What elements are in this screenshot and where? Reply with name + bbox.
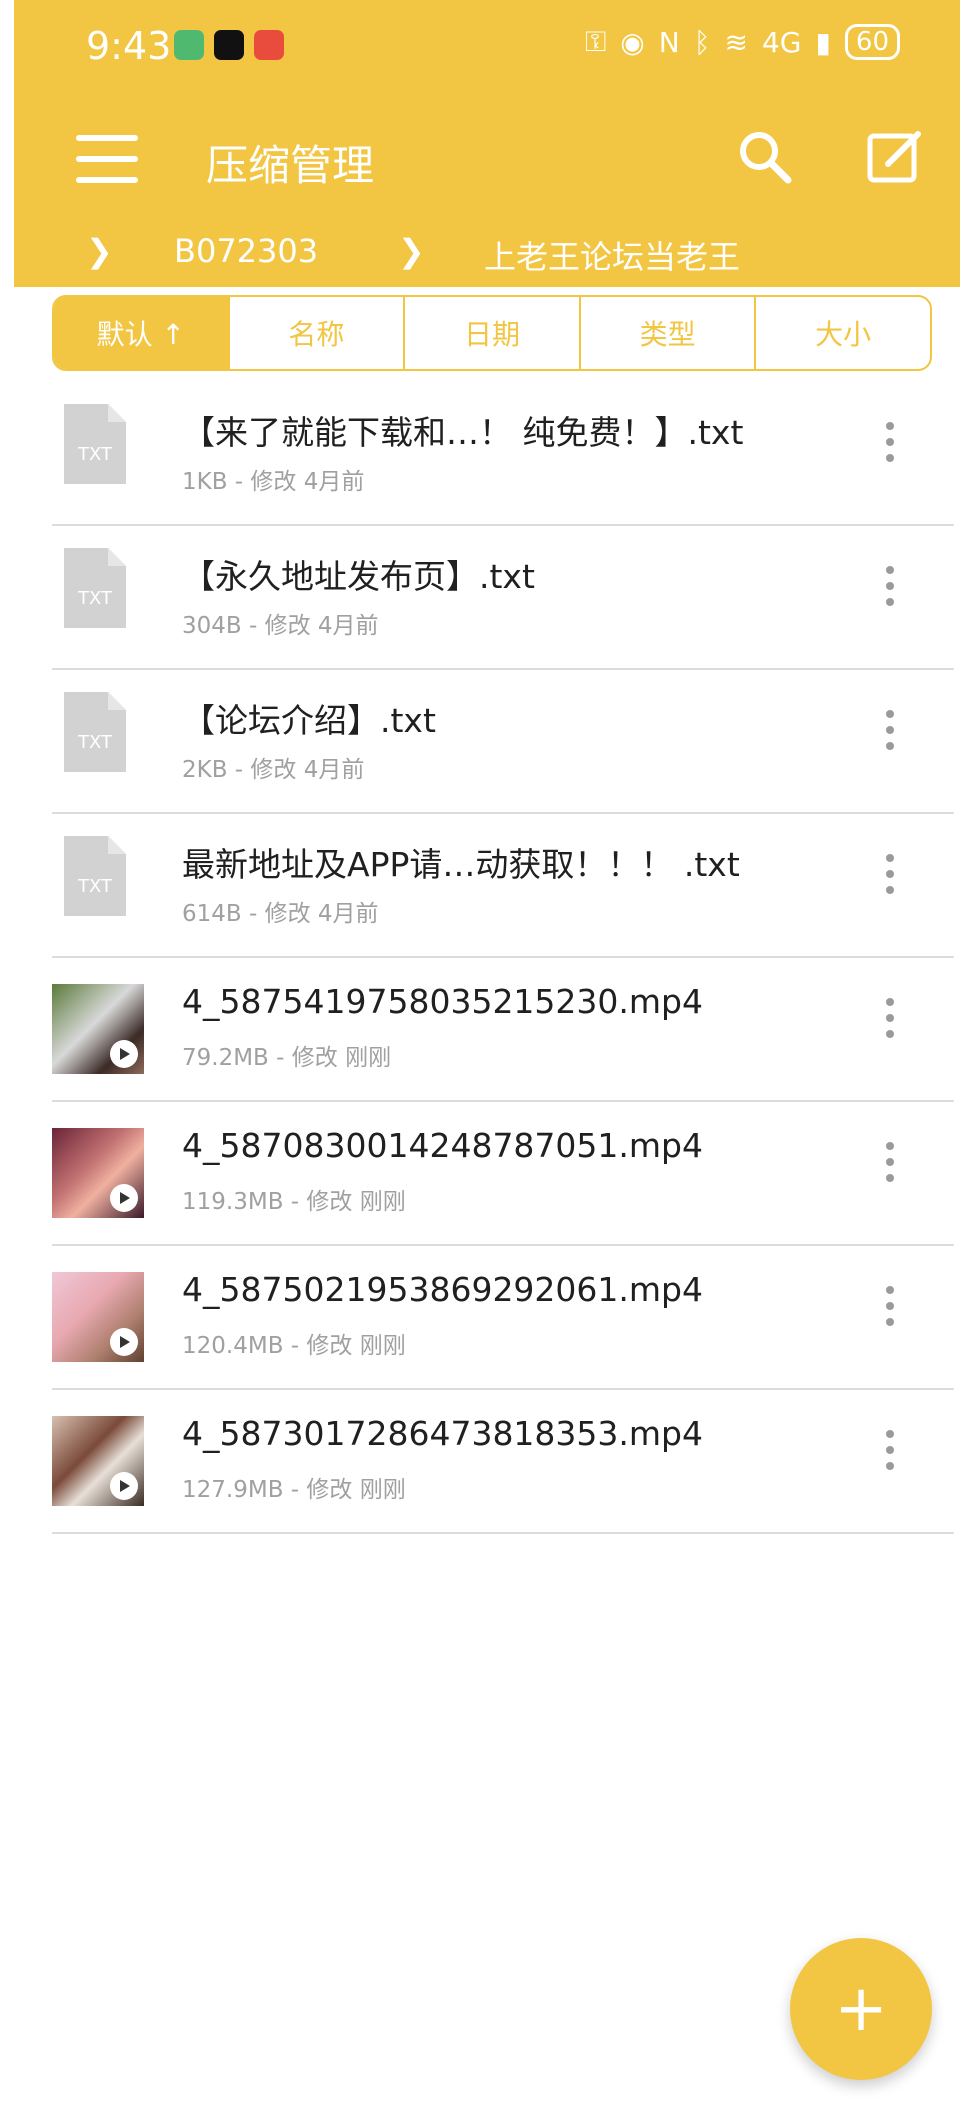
play-icon bbox=[110, 1184, 138, 1212]
sort-tab-date[interactable]: 日期 bbox=[403, 297, 579, 369]
file-meta: 127.9MB - 修改 刚刚 bbox=[182, 1477, 406, 1503]
list-item[interactable]: TXT 【论坛介绍】.txt 2KB - 修改 4月前 bbox=[52, 668, 954, 814]
play-icon bbox=[110, 1328, 138, 1356]
video-thumbnail bbox=[52, 1128, 144, 1218]
network-label: 4G bbox=[761, 25, 802, 59]
search-icon[interactable] bbox=[736, 128, 792, 184]
signal-icon: ▮ bbox=[815, 25, 831, 59]
txt-file-icon: TXT bbox=[64, 692, 126, 772]
file-meta: 1KB - 修改 4月前 bbox=[182, 469, 365, 495]
list-item[interactable]: TXT 最新地址及APP请…动获取！！！ .txt 614B - 修改 4月前 bbox=[52, 812, 954, 958]
more-options-icon[interactable] bbox=[886, 998, 894, 1046]
more-options-icon[interactable] bbox=[886, 1286, 894, 1334]
nfc-icon: N bbox=[658, 25, 680, 59]
file-name: 最新地址及APP请…动获取！！！ .txt bbox=[182, 845, 740, 884]
file-name: 【论坛介绍】.txt bbox=[182, 701, 436, 740]
status-right: ⚿ ◉ N ᛒ ≋ 4G ▮ 60 bbox=[585, 24, 900, 60]
file-meta: 120.4MB - 修改 刚刚 bbox=[182, 1333, 406, 1359]
more-options-icon[interactable] bbox=[886, 1430, 894, 1478]
file-meta: 79.2MB - 修改 刚刚 bbox=[182, 1045, 392, 1071]
txt-file-icon: TXT bbox=[64, 548, 126, 628]
bluetooth-icon: ᛒ bbox=[693, 25, 711, 59]
sort-tab-name[interactable]: 名称 bbox=[227, 297, 404, 369]
play-icon bbox=[110, 1472, 138, 1500]
app-bar: 9:43 ⚿ ◉ N ᛒ ≋ 4G ▮ 60 压缩管理 ❯ B072303 ❯ … bbox=[14, 0, 960, 287]
status-bar: 9:43 ⚿ ◉ N ᛒ ≋ 4G ▮ 60 bbox=[14, 0, 960, 100]
file-name: 4_5873017286473818353.mp4 bbox=[182, 1414, 703, 1453]
file-meta: 119.3MB - 修改 刚刚 bbox=[182, 1189, 406, 1215]
file-meta: 304B - 修改 4月前 bbox=[182, 613, 379, 639]
txt-thumb-label: TXT bbox=[77, 444, 113, 465]
chevron-right-icon: ❯ bbox=[86, 232, 113, 270]
page-title: 压缩管理 bbox=[206, 141, 375, 190]
sort-tab-type[interactable]: 类型 bbox=[578, 297, 755, 369]
video-thumbnail bbox=[52, 1272, 144, 1362]
app-notification-icon bbox=[254, 30, 284, 60]
eye-icon: ◉ bbox=[620, 25, 645, 59]
more-options-icon[interactable] bbox=[886, 710, 894, 758]
edit-icon[interactable] bbox=[866, 128, 922, 184]
chevron-right-icon: ❯ bbox=[398, 232, 425, 270]
more-options-icon[interactable] bbox=[886, 854, 894, 902]
battery-indicator: 60 bbox=[844, 24, 900, 60]
file-name: 4_5870830014248787051.mp4 bbox=[182, 1126, 703, 1165]
notification-icons bbox=[174, 30, 284, 60]
sort-tab-default[interactable]: 默认 ↑ bbox=[54, 297, 228, 369]
key-icon: ⚿ bbox=[584, 25, 607, 58]
txt-file-icon: TXT bbox=[64, 404, 126, 484]
list-item[interactable]: TXT 【来了就能下载和…！ 纯免费！】.txt 1KB - 修改 4月前 bbox=[52, 380, 954, 526]
sort-tab-size[interactable]: 大小 bbox=[754, 297, 930, 369]
hamburger-menu-icon[interactable] bbox=[76, 135, 138, 185]
txt-thumb-label: TXT bbox=[77, 588, 113, 609]
app-notification-icon bbox=[174, 30, 204, 60]
txt-thumb-label: TXT bbox=[77, 876, 113, 897]
play-icon bbox=[110, 1040, 138, 1068]
video-thumbnail bbox=[52, 984, 144, 1074]
video-thumbnail bbox=[52, 1416, 144, 1506]
file-name: 【永久地址发布页】.txt bbox=[182, 557, 535, 596]
txt-file-icon: TXT bbox=[64, 836, 126, 916]
file-name: 【来了就能下载和…！ 纯免费！】.txt bbox=[182, 413, 744, 452]
add-button[interactable]: + bbox=[790, 1938, 932, 2080]
more-options-icon[interactable] bbox=[886, 1142, 894, 1190]
txt-thumb-label: TXT bbox=[77, 732, 113, 753]
list-item[interactable]: 4_5875021953869292061.mp4 120.4MB - 修改 刚… bbox=[52, 1244, 954, 1390]
file-name: 4_5875021953869292061.mp4 bbox=[182, 1270, 703, 1309]
sort-tabs: 默认 ↑ 名称 日期 类型 大小 bbox=[52, 295, 932, 371]
list-item[interactable]: 4_5873017286473818353.mp4 127.9MB - 修改 刚… bbox=[52, 1388, 954, 1534]
file-meta: 614B - 修改 4月前 bbox=[182, 901, 379, 927]
breadcrumb-item[interactable]: 上老王论坛当老王 bbox=[484, 232, 740, 278]
more-options-icon[interactable] bbox=[886, 566, 894, 614]
plus-icon: + bbox=[834, 1972, 888, 2046]
more-options-icon[interactable] bbox=[886, 422, 894, 470]
tiktok-icon bbox=[214, 30, 244, 60]
file-meta: 2KB - 修改 4月前 bbox=[182, 757, 365, 783]
status-time: 9:43 bbox=[86, 24, 172, 68]
list-item[interactable]: 4_5875419758035215230.mp4 79.2MB - 修改 刚刚 bbox=[52, 956, 954, 1102]
file-name: 4_5875419758035215230.mp4 bbox=[182, 982, 703, 1021]
breadcrumb: ❯ B072303 ❯ 上老王论坛当老王 bbox=[14, 228, 960, 278]
list-item[interactable]: TXT 【永久地址发布页】.txt 304B - 修改 4月前 bbox=[52, 524, 954, 670]
breadcrumb-item[interactable]: B072303 bbox=[174, 232, 318, 270]
list-item[interactable]: 4_5870830014248787051.mp4 119.3MB - 修改 刚… bbox=[52, 1100, 954, 1246]
wifi-icon: ≋ bbox=[724, 25, 748, 59]
